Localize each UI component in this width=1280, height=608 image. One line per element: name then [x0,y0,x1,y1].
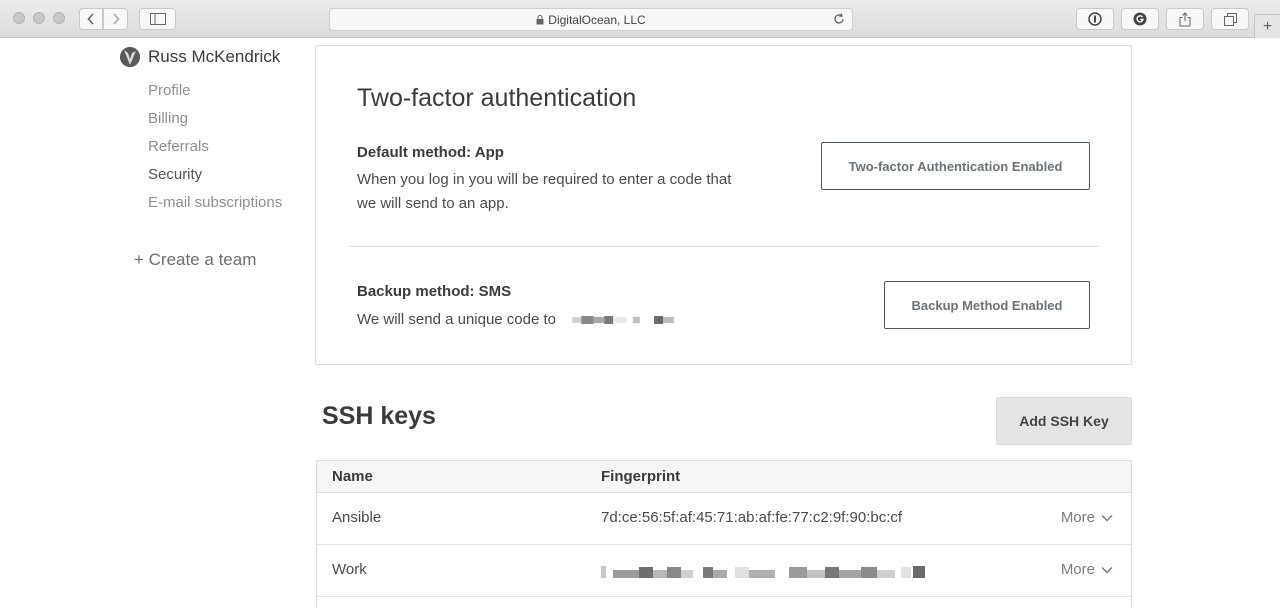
minimize-window-button[interactable] [33,12,45,24]
table-row: Work More [317,545,1131,597]
user-header: Russ McKendrick [120,47,280,67]
share-icon [1179,11,1191,26]
redacted-fingerprint [601,566,925,578]
sidebar-icon [149,13,166,25]
more-menu-button[interactable]: More [1061,509,1113,526]
sidebar-item-billing[interactable]: Billing [148,110,188,127]
chevron-down-icon [1101,514,1113,522]
sidebar-item-email-subscriptions[interactable]: E-mail subscriptions [148,194,282,211]
onepassword-button[interactable] [1076,8,1114,30]
ssh-key-fingerprint: 7d:ce:56:5f:af:45:71:ab:af:fe:77:c2:9f:9… [601,509,903,526]
redacted-phone-number [572,316,674,325]
sidebar-toggle-button[interactable] [139,8,176,30]
new-tab-button[interactable]: + [1254,14,1280,38]
close-window-button[interactable] [13,12,25,24]
reload-icon[interactable] [832,12,846,26]
ssh-keys-table: Name Fingerprint Ansible 7d:ce:56:5f:af:… [316,460,1132,608]
ssh-key-name: Ansible [332,509,382,526]
grammarly-button[interactable] [1121,8,1159,30]
more-menu-button[interactable]: More [1061,561,1113,578]
default-method-description-line1: When you log in you will be required to … [357,171,732,188]
table-header: Name Fingerprint [317,461,1131,493]
backup-method-description: We will send a unique code to [357,308,680,332]
address-text: DigitalOcean, LLC [548,12,646,27]
chevron-left-icon [87,13,94,25]
forward-button[interactable] [103,8,128,30]
browser-toolbar: DigitalOcean, LLC + [0,0,1280,38]
share-button[interactable] [1166,8,1204,30]
default-method-description-line2: we will send to an app. [357,195,509,212]
column-header-name: Name [332,468,373,485]
backup-method-heading: Backup method: SMS [357,283,512,300]
chevron-right-icon [112,13,120,25]
create-team-link[interactable]: + Create a team [134,250,256,270]
sidebar-item-security[interactable]: Security [148,166,202,183]
lock-icon [536,14,544,24]
grammarly-icon [1133,12,1147,26]
zoom-window-button[interactable] [53,12,65,24]
more-label: More [1060,561,1095,578]
sidebar-item-profile[interactable]: Profile [148,82,191,99]
divider [349,246,1099,247]
user-name: Russ McKendrick [148,47,281,66]
add-ssh-key-button[interactable]: Add SSH Key [996,397,1132,445]
ssh-keys-title: SSH keys [322,402,436,430]
address-bar[interactable]: DigitalOcean, LLC [329,8,853,31]
ssh-key-name: Work [332,561,367,578]
backup-method-enabled-button[interactable]: Backup Method Enabled [884,281,1090,329]
more-label: More [1060,509,1095,526]
avatar [120,47,140,67]
default-method-heading: Default method: App [357,144,504,161]
tabs-overview-icon [1223,12,1237,26]
sidebar-item-referrals[interactable]: Referrals [148,138,209,155]
password-manager-icon [1088,12,1102,26]
table-row: Ansible 7d:ce:56:5f:af:45:71:ab:af:fe:77… [317,493,1131,545]
back-button[interactable] [79,8,103,30]
two-factor-enabled-button[interactable]: Two-factor Authentication Enabled [821,142,1090,190]
show-tabs-button[interactable] [1211,8,1249,30]
chevron-down-icon [1101,566,1113,574]
default-method-description: When you log in you will be required to … [357,168,731,216]
backup-method-text: We will send a unique code to [357,311,557,328]
column-header-fingerprint: Fingerprint [601,468,681,485]
page-title: Two-factor authentication [357,84,637,112]
